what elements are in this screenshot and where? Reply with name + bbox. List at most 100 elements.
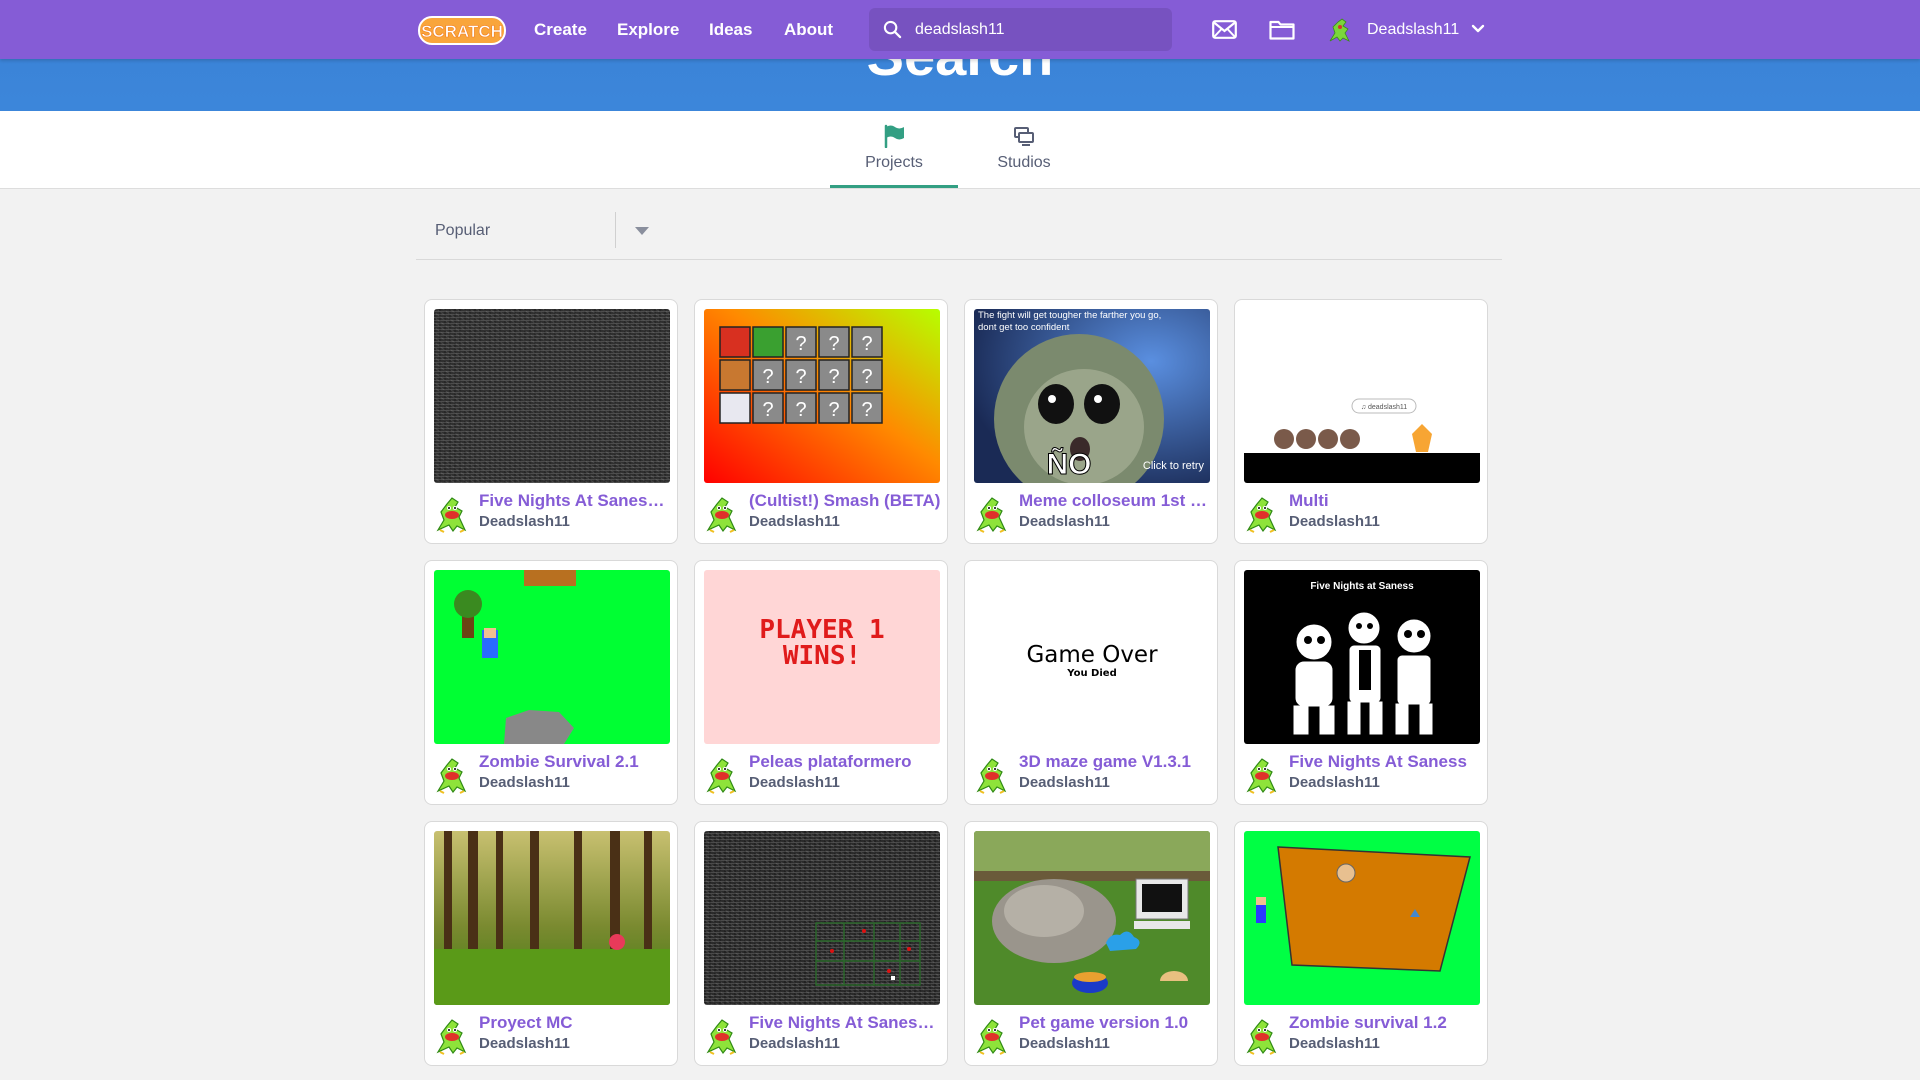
author-avatar[interactable] <box>434 755 470 795</box>
player1-line2: WINS! <box>783 641 861 671</box>
nav-ideas-link[interactable]: Ideas <box>709 0 752 59</box>
project-author[interactable]: Deadslash11 <box>749 513 941 530</box>
sort-select[interactable]: Popular <box>416 212 1502 260</box>
my-stuff-folder-icon[interactable] <box>1269 19 1295 40</box>
project-title[interactable]: Five Nights At Saness 2 <box>479 491 671 511</box>
project-author[interactable]: Deadslash11 <box>479 774 671 791</box>
project-thumbnail[interactable]: Five Nights at Saness <box>1244 570 1480 744</box>
author-avatar[interactable] <box>434 494 470 534</box>
project-title[interactable]: Five Nights At Saness 3 <box>749 1013 941 1033</box>
results-tabs: Projects Studios <box>0 111 1920 189</box>
search-box[interactable] <box>869 8 1172 51</box>
author-avatar[interactable] <box>974 755 1010 795</box>
gameover-sub: You Died <box>1066 668 1116 679</box>
project-author[interactable]: Deadslash11 <box>1289 513 1481 530</box>
smash-unknown-mark: ? <box>861 333 872 355</box>
nav-explore-link[interactable]: Explore <box>617 0 679 59</box>
search-input[interactable] <box>915 8 1155 51</box>
project-title[interactable]: (Cultist!) Smash (BETA) <box>749 491 941 511</box>
project-thumbnail[interactable] <box>704 831 940 1005</box>
search-banner: Search <box>0 59 1920 111</box>
tab-projects[interactable]: Projects <box>830 111 958 188</box>
tab-projects-label: Projects <box>865 154 923 171</box>
project-card[interactable]: Zombie survival 1.2 Deadslash11 <box>1234 821 1488 1066</box>
author-avatar[interactable] <box>704 755 740 795</box>
top-navbar: SCRATCH Create Explore Ideas About Deads… <box>0 0 1920 59</box>
smash-unknown-mark: ? <box>828 366 839 388</box>
project-title[interactable]: Multi <box>1289 491 1481 511</box>
project-author[interactable]: Deadslash11 <box>1019 1035 1211 1052</box>
author-avatar[interactable] <box>704 494 740 534</box>
project-thumbnail[interactable] <box>1244 831 1480 1005</box>
project-thumbnail[interactable] <box>974 831 1210 1005</box>
smash-unknown-mark: ? <box>762 366 773 388</box>
project-card[interactable]: The fight will get tougher the farther y… <box>964 299 1218 544</box>
project-thumbnail[interactable]: The fight will get tougher the farther y… <box>974 309 1210 483</box>
project-title[interactable]: Peleas plataformero <box>749 752 941 772</box>
project-author[interactable]: Deadslash11 <box>1019 513 1211 530</box>
project-card[interactable]: Pet game version 1.0 Deadslash11 <box>964 821 1218 1066</box>
fnas-title: Five Nights at Saness <box>1310 581 1414 592</box>
smash-slot <box>719 359 751 391</box>
messages-icon[interactable] <box>1212 20 1237 39</box>
project-card[interactable]: Game Over You Died 3D maze game V1.3.1 D… <box>964 560 1218 805</box>
project-author[interactable]: Deadslash11 <box>1289 774 1481 791</box>
smash-unknown-mark: ? <box>861 399 872 421</box>
multi-bubble-text: ♫ deadslash11 <box>1361 404 1407 411</box>
project-card[interactable]: ♫ deadslash11 Multi Deadslash11 <box>1234 299 1488 544</box>
tab-studios[interactable]: Studios <box>960 111 1088 188</box>
author-avatar[interactable] <box>704 1016 740 1056</box>
project-author[interactable]: Deadslash11 <box>1289 1035 1481 1052</box>
project-thumbnail[interactable]: ♫ deadslash11 <box>1244 309 1480 483</box>
project-author[interactable]: Deadslash11 <box>479 513 671 530</box>
project-thumbnail[interactable] <box>434 831 670 1005</box>
meme-caption: The fight will get tougher the farther y… <box>978 310 1162 333</box>
project-thumbnail[interactable]: Game Over You Died <box>974 570 1210 744</box>
project-title[interactable]: Meme colloseum 1st edition <box>1019 491 1211 511</box>
caret-down-icon[interactable] <box>634 226 650 236</box>
project-author[interactable]: Deadslash11 <box>1019 774 1211 791</box>
project-card[interactable]: Five Nights at Saness Five Nights At San… <box>1234 560 1488 805</box>
smash-unknown-mark: ? <box>795 333 806 355</box>
search-icon <box>883 20 902 39</box>
project-thumbnail[interactable]: PLAYER 1 WINS! <box>704 570 940 744</box>
meme-retry-text: Click to retry <box>1143 460 1205 472</box>
tab-studios-label: Studios <box>997 154 1051 171</box>
project-thumbnail[interactable] <box>434 309 670 483</box>
project-card[interactable]: Zombie Survival 2.1 Deadslash11 <box>424 560 678 805</box>
project-title[interactable]: 3D maze game V1.3.1 <box>1019 752 1211 772</box>
scratch-logo[interactable]: SCRATCH <box>418 14 506 46</box>
author-avatar[interactable] <box>974 494 1010 534</box>
project-author[interactable]: Deadslash11 <box>479 1035 671 1052</box>
author-avatar[interactable] <box>1244 755 1280 795</box>
project-card[interactable]: Proyect MC Deadslash11 <box>424 821 678 1066</box>
project-thumbnail[interactable]: ??????????? <box>704 309 940 483</box>
author-avatar[interactable] <box>1244 1016 1280 1056</box>
project-card[interactable]: ??????????? (Cultist!) Smash (BETA) Dead… <box>694 299 948 544</box>
project-title[interactable]: Proyect MC <box>479 1013 671 1033</box>
project-title[interactable]: Five Nights At Saness <box>1289 752 1481 772</box>
smash-unknown-mark: ? <box>828 333 839 355</box>
gameover-title: Game Over <box>1026 642 1158 668</box>
smash-unknown-mark: ? <box>795 366 806 388</box>
project-card[interactable]: Five Nights At Saness 2 Deadslash11 <box>424 299 678 544</box>
project-author[interactable]: Deadslash11 <box>749 774 941 791</box>
author-avatar[interactable] <box>434 1016 470 1056</box>
project-card[interactable]: PLAYER 1 WINS! Peleas plataformero Deads… <box>694 560 948 805</box>
project-title[interactable]: Pet game version 1.0 <box>1019 1013 1211 1033</box>
username-label: Deadslash11 <box>1367 21 1460 38</box>
nav-about-link[interactable]: About <box>784 0 833 59</box>
project-title[interactable]: Zombie Survival 2.1 <box>479 752 671 772</box>
author-avatar[interactable] <box>974 1016 1010 1056</box>
author-avatar[interactable] <box>1244 494 1280 534</box>
sort-divider <box>615 212 616 248</box>
smash-slot <box>752 326 784 358</box>
project-author[interactable]: Deadslash11 <box>749 1035 941 1052</box>
project-thumbnail[interactable] <box>434 570 670 744</box>
project-title[interactable]: Zombie survival 1.2 <box>1289 1013 1481 1033</box>
smash-unknown-mark: ? <box>861 366 872 388</box>
smash-unknown-mark: ? <box>762 399 773 421</box>
user-menu[interactable]: Deadslash11 <box>1326 0 1486 59</box>
project-card[interactable]: Five Nights At Saness 3 Deadslash11 <box>694 821 948 1066</box>
nav-create-link[interactable]: Create <box>534 0 587 59</box>
